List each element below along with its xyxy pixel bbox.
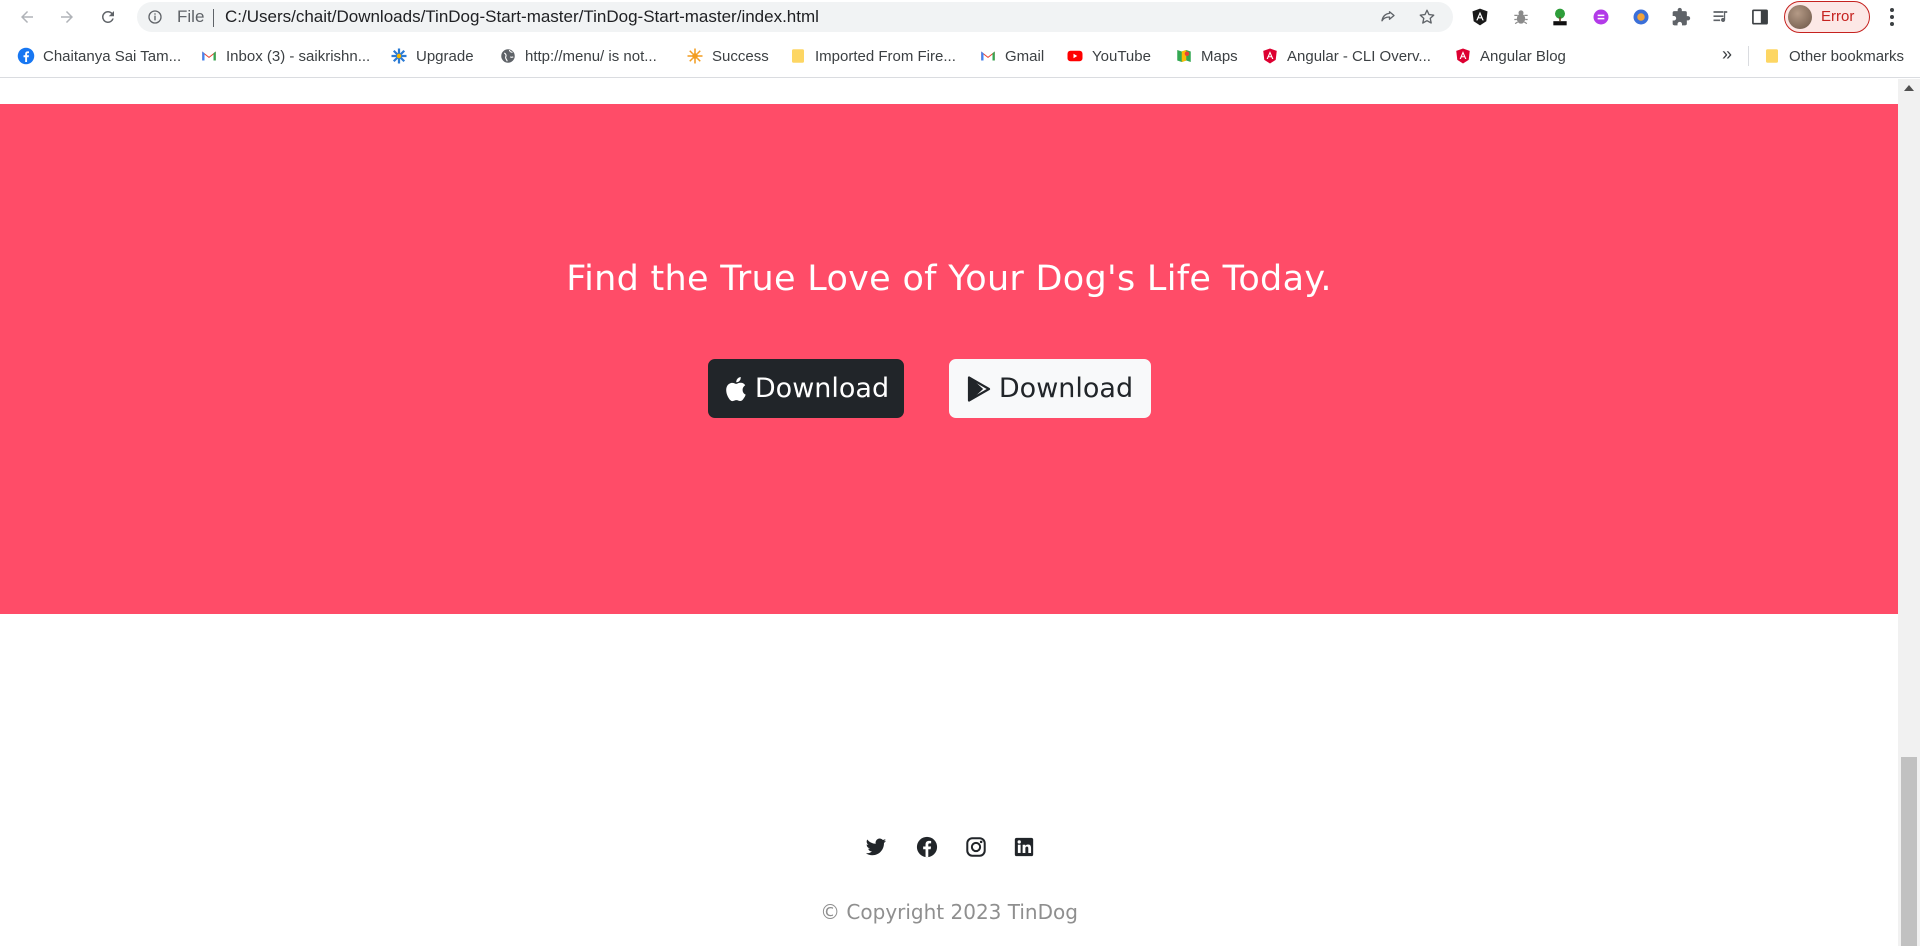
folder-icon [789,47,807,65]
arrow-right-icon [61,11,73,23]
bookmark-label: Upgrade [416,47,474,65]
maps-icon [1175,47,1193,65]
bookmark-maps[interactable]: Maps [1175,45,1238,67]
blue-extension-icon[interactable] [1629,5,1653,29]
bookmark-upgrade[interactable]: Upgrade [390,45,474,67]
url-text[interactable]: C:/Users/chait/Downloads/TinDog-Start-ma… [225,7,819,27]
facebook-icon [17,47,35,65]
more-menu-icon[interactable] [1880,5,1904,29]
copyright-text: © Copyright 2023 TinDog [820,900,1078,924]
cta-heading: Find the True Love of Your Dog's Life To… [566,259,1332,299]
bookmark-label: Inbox (3) - saikrishn... [226,47,371,65]
bookmark-label: Angular Blog [1480,47,1566,65]
angular-icon [1261,47,1279,65]
extensions-puzzle-icon[interactable] [1669,5,1693,29]
footer: © Copyright 2023 TinDog [0,614,1898,946]
bookmark-label: Other bookmarks [1789,47,1905,65]
bookmark-angular-blog[interactable]: Angular Blog [1454,45,1566,67]
bookmark-angular-cli[interactable]: Angular - CLI Overv... [1261,45,1431,67]
reload-icon [101,10,114,23]
star-icon[interactable] [1418,8,1436,26]
share-icon[interactable] [1379,8,1397,26]
browser-toolbar: File C:/Users/chait/Downloads/TinDog-Sta… [0,0,1920,34]
apple-download-label: Download [754,373,890,404]
forward-button[interactable] [52,2,82,32]
bookmark-label: Success [712,47,769,65]
facebook-icon[interactable] [916,836,938,858]
google-play-download-label: Download [998,373,1134,404]
folder-icon [1763,47,1781,65]
apple-download-button[interactable]: Download [708,359,904,418]
bookmark-other[interactable]: Other bookmarks [1763,45,1904,67]
angular-devtools-extension-icon[interactable] [1468,5,1492,29]
scheme-label: File [177,7,205,26]
cta-section: Find the True Love of Your Dog's Life To… [0,104,1898,614]
youtube-icon [1066,47,1084,65]
google-play-download-button[interactable]: Download [949,359,1151,418]
scrollbar-thumb[interactable] [1901,757,1917,946]
info-icon[interactable] [147,9,163,25]
bookmark-youtube[interactable]: YouTube [1066,45,1151,67]
bookmark-label: http://menu/ is not... [525,47,657,65]
bug-extension-icon[interactable] [1509,5,1533,29]
gmail-icon [979,47,997,65]
side-panel-icon[interactable] [1748,5,1772,29]
upgrade-icon [390,47,408,65]
page-viewport: Find the True Love of Your Dog's Life To… [0,79,1898,946]
bookmark-menu[interactable]: http://menu/ is not... [499,45,657,67]
twitter-icon[interactable] [865,836,887,858]
angular-icon [1454,47,1472,65]
profile-error-label: Error [1821,8,1855,25]
bookmark-label: YouTube [1092,47,1151,65]
bookmark-facebook[interactable]: Chaitanya Sai Tam... [17,45,181,67]
apple-icon [723,376,747,402]
bookmark-label: Chaitanya Sai Tam... [43,47,182,65]
gmail-icon [200,47,218,65]
vertical-scrollbar[interactable] [1898,79,1920,946]
google-play-icon [967,375,991,402]
bookmark-label: Angular - CLI Overv... [1287,47,1431,65]
bookmarks-overflow-chevron[interactable]: » [1722,44,1732,65]
scroll-up-arrow-icon[interactable] [1904,85,1914,91]
bookmark-label: Maps [1201,47,1238,65]
bookmark-success[interactable]: Success [686,45,769,67]
globe-icon [499,47,517,65]
instagram-icon[interactable] [965,836,987,858]
reload-button[interactable] [93,2,123,32]
linkedin-icon[interactable] [1013,836,1035,858]
bookmarks-divider [1748,46,1749,66]
profile-button[interactable]: Error [1784,1,1870,33]
bookmark-label: Gmail [1005,47,1045,65]
omnibox-divider [213,9,214,27]
purple-extension-icon[interactable] [1589,5,1613,29]
back-button[interactable] [12,2,42,32]
bookmark-label: Imported From Fire... [815,47,956,65]
arrow-left-icon [21,11,33,23]
address-bar[interactable]: File C:/Users/chait/Downloads/TinDog-Sta… [137,2,1453,32]
media-queue-icon[interactable] [1709,5,1733,29]
bookmark-inbox[interactable]: Inbox (3) - saikrishn... [200,45,370,67]
html-tree-extension-icon[interactable] [1548,5,1572,29]
avatar [1788,5,1812,29]
success-icon [686,47,704,65]
bookmarks-bar: Chaitanya Sai Tam... Inbox (3) - saikris… [0,34,1920,78]
bookmark-gmail[interactable]: Gmail [979,45,1044,67]
bookmark-imported[interactable]: Imported From Fire... [789,45,956,67]
